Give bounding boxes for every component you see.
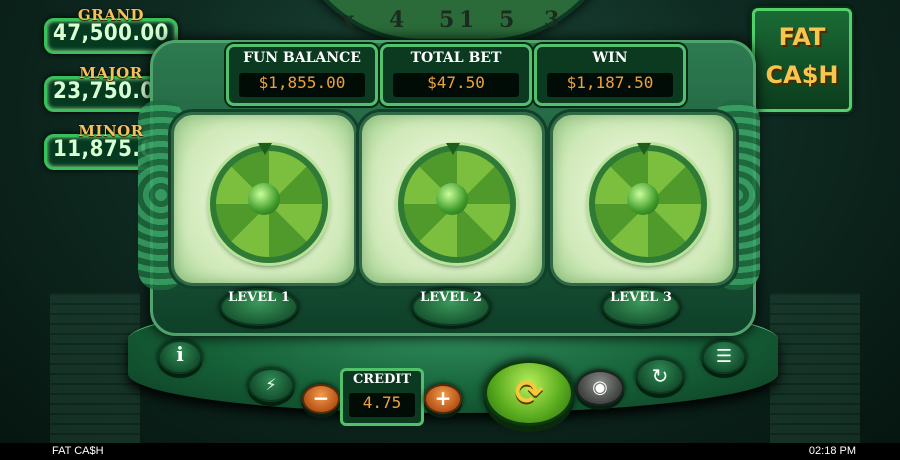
bet-chips-button[interactable]: ◉ [576,370,624,406]
top-wheel-label-3: 5 [439,7,455,33]
increase-credit-button[interactable]: + [424,384,462,414]
credit-label: CREDIT [352,372,412,387]
hamburger-menu-icon: ☰ [715,346,733,367]
cash-stacks-left [50,293,140,443]
spin-arrows-icon: ⟳ [514,373,544,413]
status-app-name: FAT CA$H [52,445,104,457]
info-button[interactable]: i [158,340,202,374]
win-value: $1,187.50 [547,73,673,97]
plus-icon: + [434,386,452,410]
reel-3-pointer-icon [637,143,651,155]
menu-button[interactable]: ☰ [702,340,746,374]
fun-balance-label: FUN BALANCE [243,50,361,66]
game-stage: x 4 5 1 5 3 GRAND 47,500.00 MAJOR 23,750… [0,0,900,443]
credit-value: 4.75 [349,393,415,417]
game-logo: FAT CA$H [752,8,852,112]
minus-icon: − [312,386,330,410]
reel-2 [359,112,545,286]
turbo-button[interactable]: ⚡ [248,368,294,402]
reel-1-pointer-icon [258,143,272,155]
jackpot-grand-label: GRAND [77,6,145,24]
fun-balance-value: $1,855.00 [239,73,365,97]
coin-stack-icon: ◉ [592,377,608,398]
decrease-credit-button[interactable]: − [302,384,340,414]
bonus-top-wheel: x 4 5 1 5 3 [285,0,623,43]
jackpot-minor-label: MINOR [78,122,144,140]
top-wheel-label-1: x [341,7,355,33]
level-2-badge: LEVEL 2 [412,288,490,326]
cash-stacks-right [770,293,860,443]
logo-line-2: CA$H [765,61,839,89]
level-3-badge: LEVEL 3 [602,288,680,326]
spin-button[interactable]: ⟳ [484,360,574,426]
reel-1-hub [248,183,280,215]
reel-3-hub [627,183,659,215]
reel-3 [550,112,736,286]
credit-panel: CREDIT 4.75 [340,368,424,426]
win-label: WIN [592,50,628,66]
top-wheel-label-6: 3 [544,7,560,33]
autoplay-icon: ↻ [651,364,669,388]
top-wheel-label-4: 1 [459,7,475,33]
level-1-badge: LEVEL 1 [220,288,298,326]
total-bet-label: TOTAL BET [410,50,502,66]
lightning-icon: ⚡ [265,375,277,394]
autoplay-button[interactable]: ↻ [636,358,684,394]
status-time: 02:18 PM [808,445,856,457]
top-wheel-label-5: 5 [499,7,515,33]
total-bet-panel: TOTAL BET $47.50 [380,44,532,106]
reel-2-pointer-icon [446,143,460,155]
top-wheel-label-2: 4 [389,7,405,33]
status-bar: FAT CA$H 02:18 PM [0,443,900,460]
total-bet-value: $47.50 [393,73,519,97]
reel-1 [171,112,357,286]
reel-2-hub [436,183,468,215]
fun-balance-panel: FUN BALANCE $1,855.00 [226,44,378,106]
jackpot-major-label: MAJOR [79,64,143,82]
win-panel: WIN $1,187.50 [534,44,686,106]
logo-line-1: FAT [778,23,826,51]
